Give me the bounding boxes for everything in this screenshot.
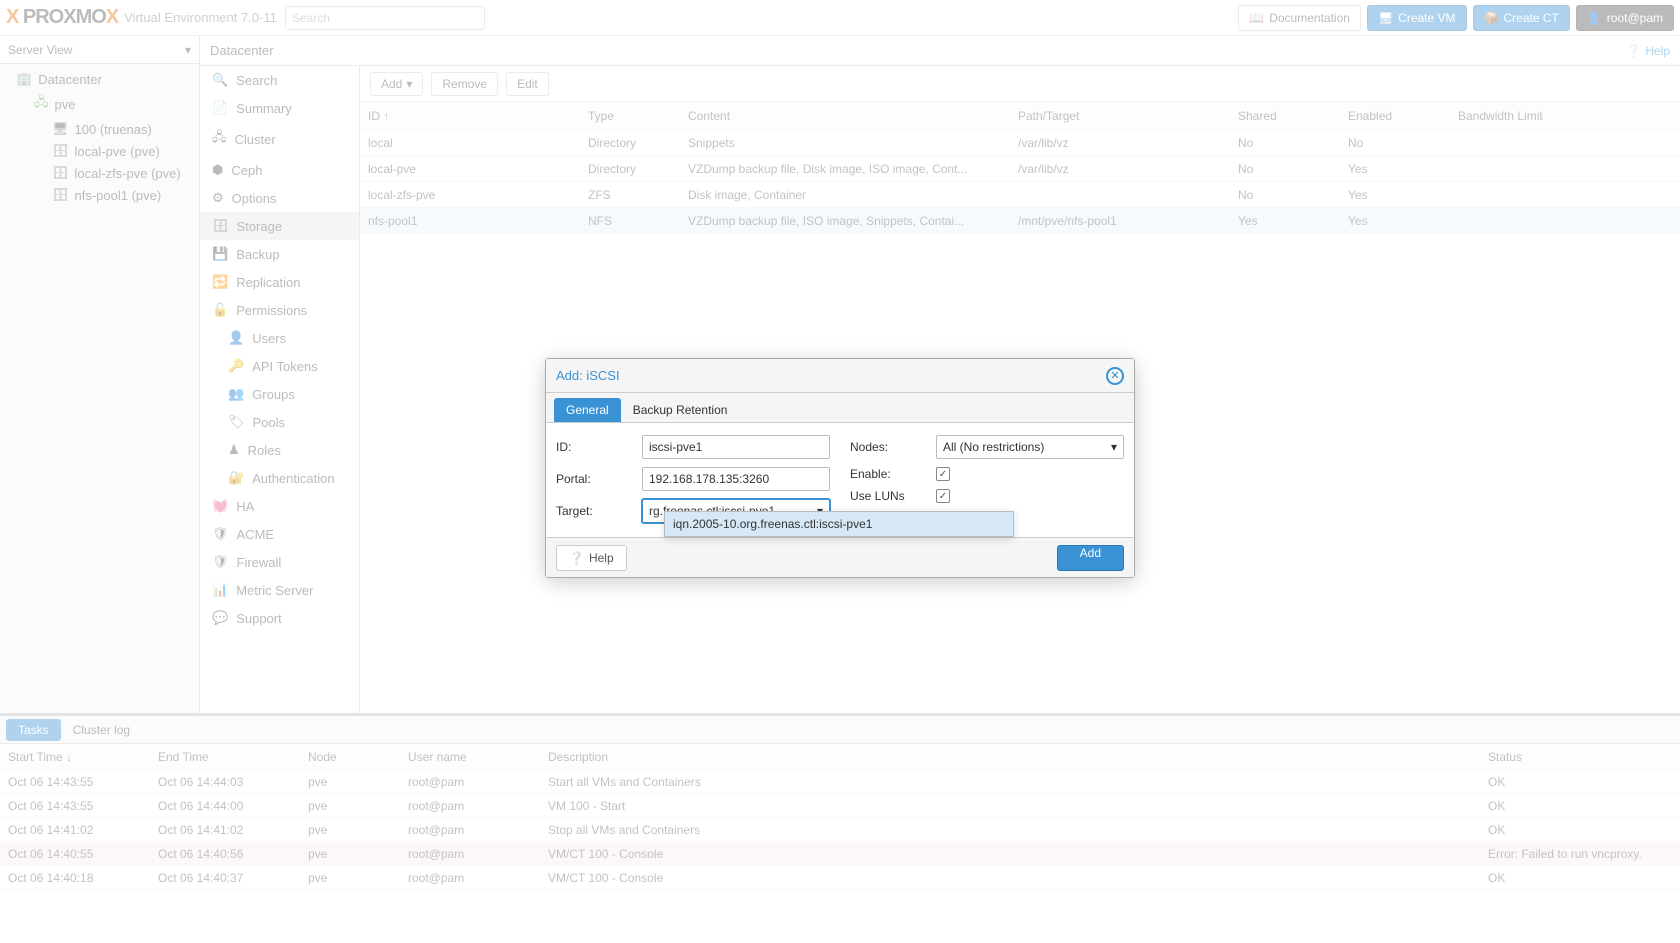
target-dropdown: iqn.2005-10.org.freenas.ctl:iscsi-pve1 [664, 511, 1014, 537]
target-option[interactable]: iqn.2005-10.org.freenas.ctl:iscsi-pve1 [665, 512, 1013, 536]
id-input[interactable] [642, 435, 830, 459]
portal-label: Portal: [556, 472, 636, 486]
close-icon: ✕ [1110, 369, 1119, 382]
dialog-add-button[interactable]: Add [1057, 545, 1124, 571]
portal-input[interactable] [642, 467, 830, 491]
chevron-down-icon: ▾ [1111, 440, 1117, 454]
help-icon: ❔ [569, 551, 584, 565]
tab-general[interactable]: General [554, 398, 621, 422]
use-luns-label: Use LUNs [850, 489, 930, 503]
dialog-help-button[interactable]: ❔ Help [556, 545, 627, 571]
target-label: Target: [556, 504, 636, 518]
nodes-select[interactable]: All (No restrictions) ▾ [936, 435, 1124, 459]
dialog-title: Add: iSCSI [556, 368, 620, 383]
nodes-value: All (No restrictions) [943, 440, 1044, 454]
help-label: Help [589, 551, 614, 565]
use-luns-checkbox[interactable]: ✓ [936, 489, 950, 503]
dialog-title-bar: Add: iSCSI ✕ [546, 359, 1134, 393]
close-button[interactable]: ✕ [1106, 367, 1124, 385]
dialog-body: ID: Portal: Target: rg.freenas.ctl:iscsi… [546, 423, 1134, 537]
tab-backup-retention[interactable]: Backup Retention [621, 398, 740, 422]
dialog-tabs: General Backup Retention [546, 393, 1134, 423]
add-iscsi-dialog: Add: iSCSI ✕ General Backup Retention ID… [545, 358, 1135, 578]
nodes-label: Nodes: [850, 440, 930, 454]
id-label: ID: [556, 440, 636, 454]
enable-label: Enable: [850, 467, 930, 481]
dialog-footer: ❔ Help Add [546, 537, 1134, 577]
enable-checkbox[interactable]: ✓ [936, 467, 950, 481]
